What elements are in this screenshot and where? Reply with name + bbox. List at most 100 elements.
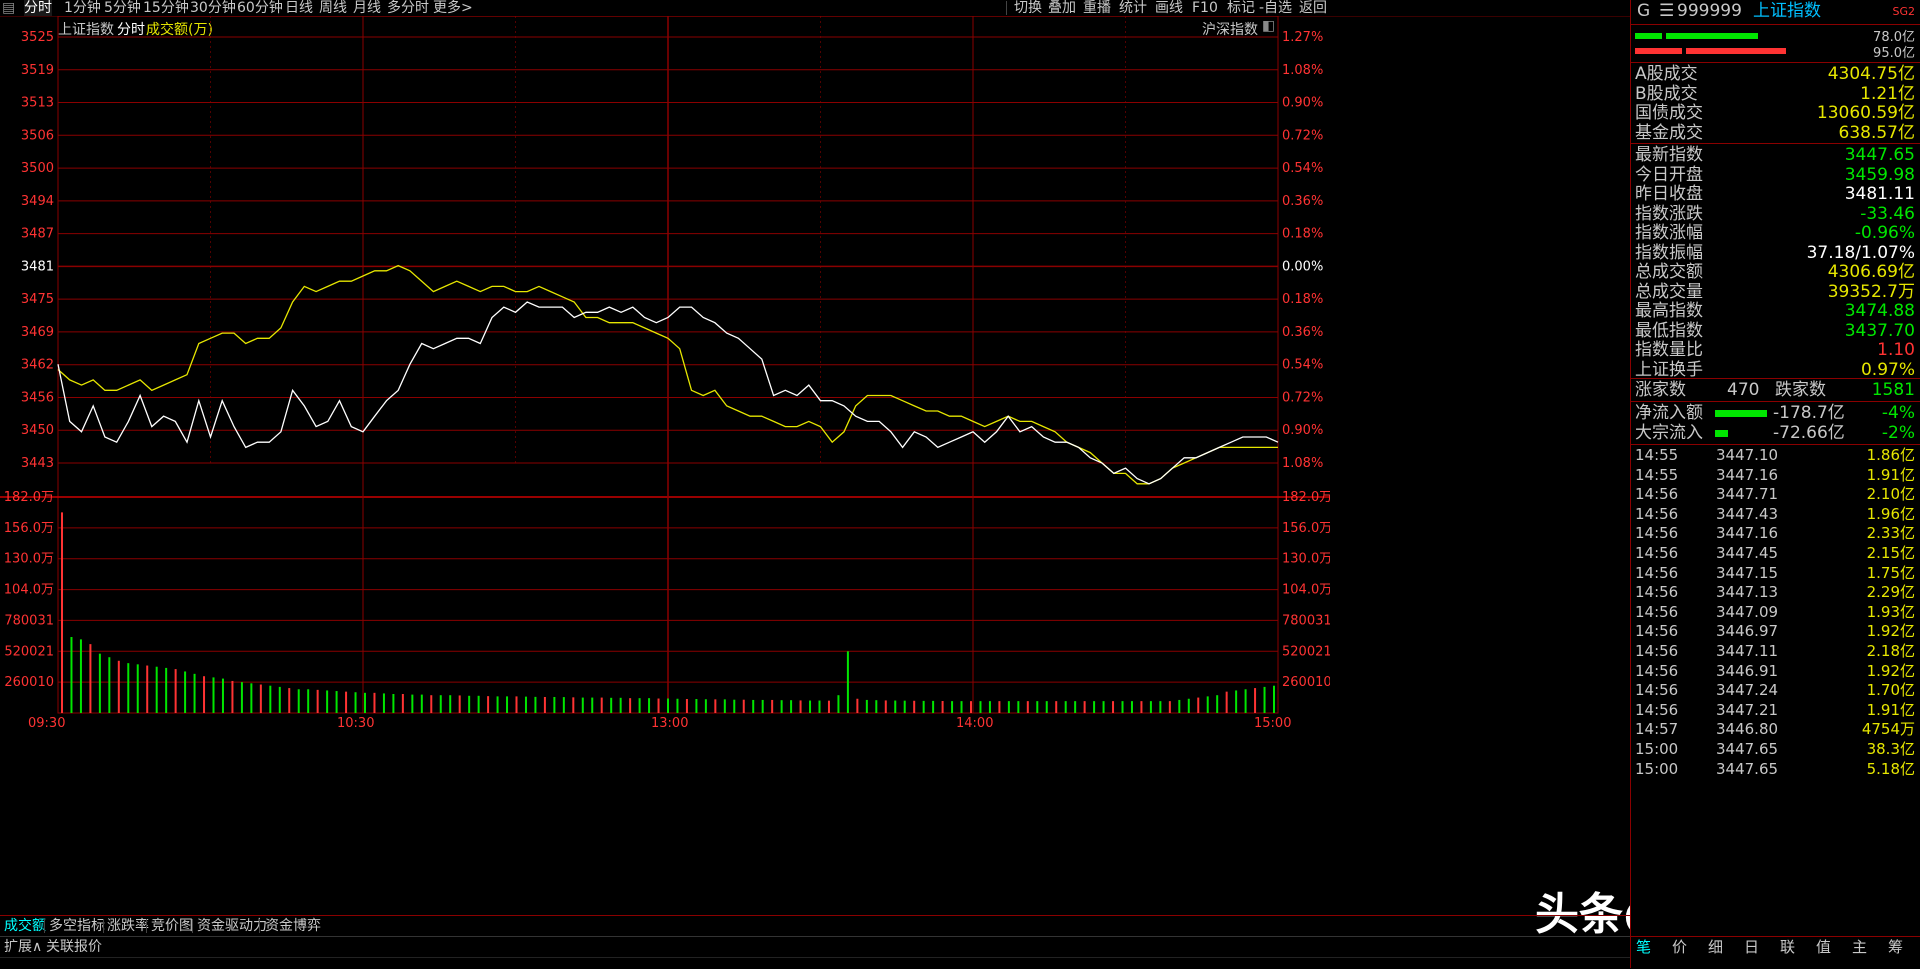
tick-row: 14:55 3447.10 1.86亿 [1631,445,1920,465]
overlay-button[interactable]: 叠加 [1048,0,1076,16]
list-icon[interactable]: ☰ [1659,0,1674,23]
tab-chips[interactable]: 筹 [1888,937,1903,957]
tick-price: 3447.10 [1716,446,1779,464]
panel-bottom-tabs: 笔 价 细 日 联 值 主 筹 [1630,936,1920,957]
tick-price: 3447.45 [1716,544,1779,562]
volume-tick-label: 520021 [1282,644,1330,659]
tick-amount: 1.92亿 [1866,622,1915,641]
tab-value[interactable]: 值 [1816,937,1831,957]
quote-panel: G ☰ 999999 上证指数 SG2 78.0亿 95.0亿 A股成交 4304… [1630,0,1920,968]
tab-detail[interactable]: 细 [1708,937,1723,957]
tab-trades[interactable]: 笔 [1636,937,1651,957]
tick-time: 14:56 [1635,524,1679,543]
expand-button[interactable]: 扩展∧ [4,937,42,957]
tick-amount: 1.93亿 [1866,602,1915,621]
tick-price: 3446.97 [1716,622,1779,641]
tick-time: 14:56 [1635,700,1679,719]
tick-time: 14:56 [1635,583,1679,602]
tick-time: 14:57 [1635,720,1679,739]
tab-main[interactable]: 主 [1852,937,1867,957]
up-count-label: 涨家数 [1635,380,1686,400]
tick-row: 14:56 3447.16 2.33亿 [1631,523,1920,543]
pct-tick-label: 0.00% [1282,259,1323,274]
tick-row: 14:56 3446.97 1.92亿 [1631,621,1920,641]
tab-volume[interactable]: 成交额 [4,916,46,936]
bar-value-2: 95.0亿 [1873,46,1915,61]
down-count: 1581 [1871,380,1915,400]
tick-price: 3447.65 [1716,740,1779,758]
tick-amount: 2.33亿 [1866,524,1915,543]
volume-tick-label: 156.0万 [1282,521,1330,536]
tick-amount: 5.18亿 [1866,759,1915,778]
tab-multi-intraday[interactable]: 多分时 [387,0,429,16]
mark-button[interactable]: 标记 [1227,0,1255,16]
bar-segment [1686,48,1786,54]
separator [44,919,45,933]
stats-button[interactable]: 统计 [1119,0,1147,16]
tab-linked[interactable]: 联 [1780,937,1795,957]
tab-fund-driver[interactable]: 资金驱动力 [197,916,267,936]
pct-tick-label: 0.90% [1282,423,1323,438]
pct-tick-label: 0.18% [1282,227,1323,242]
tab-15min[interactable]: 15分钟 [143,0,189,16]
down-count-label: 跌家数 [1775,380,1826,400]
volume-tick-label: 182.0万 [1282,490,1330,505]
tick-amount: 1.92亿 [1866,661,1915,680]
tab-intraday[interactable]: 分时 [24,0,52,16]
switch-button[interactable]: 切换 [1014,0,1042,16]
tab-30min[interactable]: 30分钟 [190,0,236,16]
f10-button[interactable]: F10 [1192,0,1218,16]
volume-tick-label: 130.0万 [4,552,54,567]
price-tick-label: 3500 [21,161,54,176]
tab-price[interactable]: 价 [1672,937,1687,957]
separator [1006,1,1007,15]
volume-tick-label: 156.0万 [4,521,54,536]
bar-segment [1635,33,1662,39]
intraday-chart[interactable]: 3525 1.27% 3519 1.08% 3513 0.90% 3506 0.72% 3500… [0,16,1330,914]
tab-daily[interactable]: 日线 [285,0,313,16]
panel-header: G ☰ 999999 上证指数 SG2 [1631,0,1920,23]
volume-tick-label: 520021 [4,644,54,659]
tick-price: 3447.13 [1716,583,1779,602]
tick-time: 14:55 [1635,446,1679,464]
tab-fund-game[interactable]: 资金博弈 [265,916,321,936]
pct-tick-label: 0.18% [1282,292,1323,307]
flow-value: -72.66亿 [1773,423,1845,443]
tick-time: 14:56 [1635,504,1679,523]
separator [192,919,193,933]
back-button[interactable]: 返回 [1299,0,1327,16]
tab-updown-rate[interactable]: 涨跌率 [107,916,149,936]
pct-tick-label: 0.72% [1282,128,1323,143]
tab-monthly[interactable]: 月线 [353,0,381,16]
time-tick-label: 14:00 [956,716,993,731]
tick-amount: 1.86亿 [1866,446,1915,464]
tick-row: 14:56 3447.21 1.91亿 [1631,700,1920,720]
price-tick-label: 3481 [21,259,54,274]
menu-icon[interactable]: ▤ [2,0,15,16]
tick-amount: 2.15亿 [1866,544,1915,562]
tick-price: 3447.15 [1716,563,1779,582]
pct-tick-label: 0.36% [1282,194,1323,209]
tab-weekly[interactable]: 周线 [319,0,347,16]
tab-60min[interactable]: 60分钟 [237,0,283,16]
price-tick-label: 3519 [21,63,54,78]
tab-1min[interactable]: 1分钟 [64,0,101,16]
tab-auction[interactable]: 竞价图 [151,916,193,936]
tick-row: 14:56 3447.71 2.10亿 [1631,484,1920,504]
related-quotes-button[interactable]: 关联报价 [46,937,102,957]
pct-tick-label: 0.90% [1282,96,1323,111]
tick-row: 14:57 3446.80 4754万 [1631,719,1920,739]
market-flag: G [1637,1,1651,21]
tick-row: 14:56 3447.43 1.96亿 [1631,504,1920,524]
time-tick-label: 15:00 [1254,716,1291,731]
tab-bull-bear[interactable]: 多空指标 [49,916,105,936]
tab-5min[interactable]: 5分钟 [104,0,141,16]
draw-button[interactable]: 画线 [1155,0,1183,16]
tab-more[interactable]: 更多> [433,0,473,16]
tick-price: 3447.16 [1716,465,1779,484]
tick-time: 14:56 [1635,602,1679,621]
tab-day[interactable]: 日 [1744,937,1759,957]
replay-button[interactable]: 重播 [1083,0,1111,16]
watchlist-button[interactable]: -自选 [1259,0,1292,16]
tick-row: 14:56 3447.15 1.75亿 [1631,563,1920,583]
